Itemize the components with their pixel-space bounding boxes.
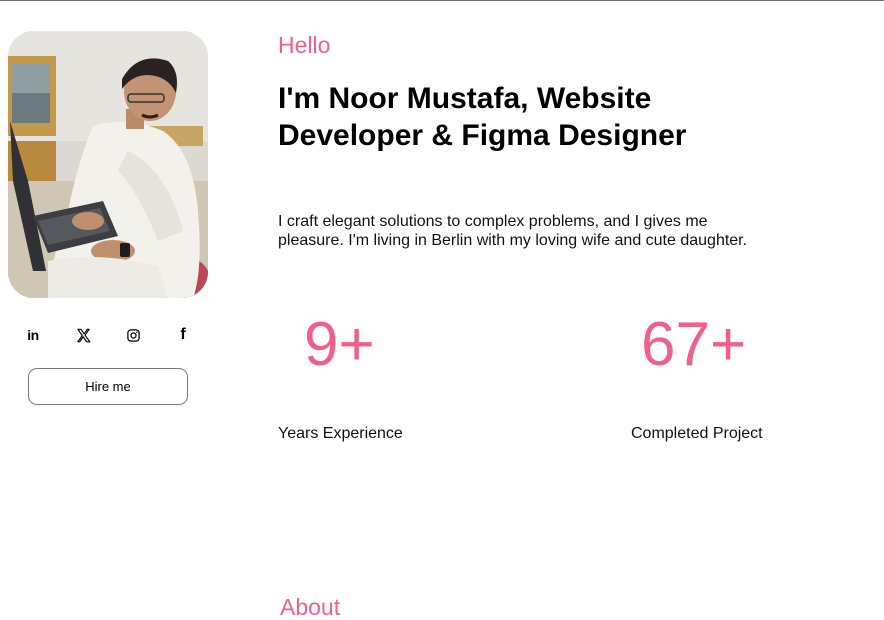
bio-text: I craft elegant solutions to complex pro… (278, 213, 748, 249)
stat-years-value: 9+ (304, 310, 375, 379)
profile-photo (8, 31, 208, 298)
stat-projects-label: Completed Project (631, 425, 763, 442)
instagram-icon[interactable] (120, 322, 146, 348)
social-links: in f (20, 322, 200, 348)
facebook-icon[interactable]: f (170, 322, 196, 348)
hire-me-button[interactable]: Hire me (28, 368, 188, 405)
about-section-title: About (280, 594, 341, 620)
top-divider (0, 0, 884, 1)
stat-years-label: Years Experience (278, 425, 403, 442)
page-title: I'm Noor Mustafa, Website Developer & Fi… (278, 82, 687, 152)
x-icon[interactable] (70, 322, 96, 348)
greeting-text: Hello (278, 32, 331, 58)
stat-projects-value: 67+ (641, 310, 747, 379)
linkedin-icon[interactable]: in (20, 322, 46, 348)
